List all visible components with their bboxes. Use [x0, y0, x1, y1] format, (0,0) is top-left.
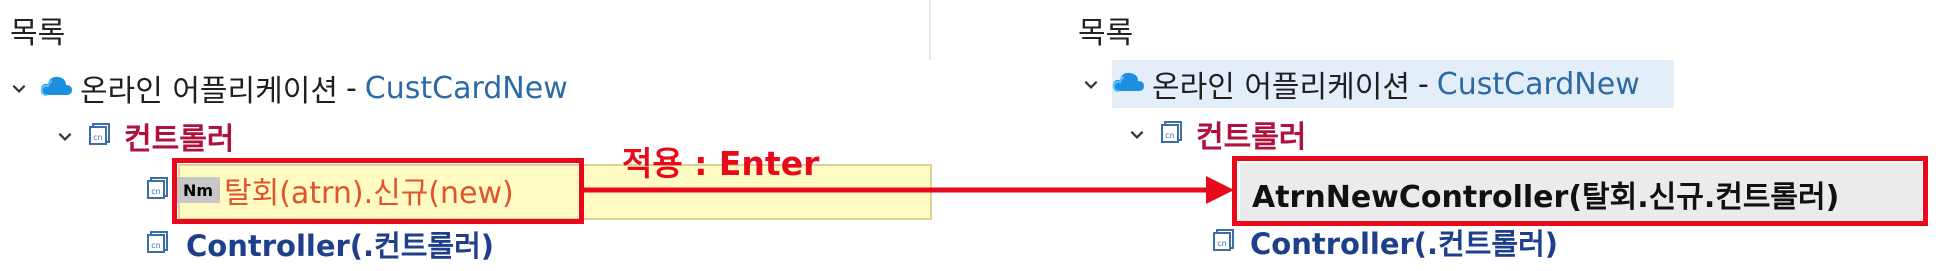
annotation-arrow-icon	[584, 176, 1234, 204]
